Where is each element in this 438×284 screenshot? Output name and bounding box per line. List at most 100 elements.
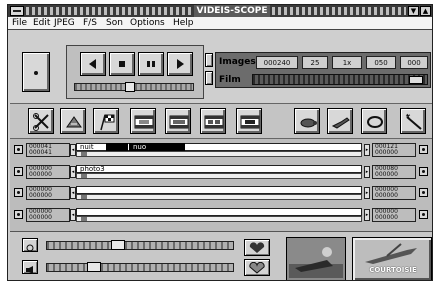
glue-tool-button[interactable] [60,108,86,134]
stop-icon [119,61,125,67]
menu-edit[interactable]: Edit [33,17,50,30]
track-3-scrollbar[interactable] [76,194,362,200]
info-toggle-button[interactable] [205,53,213,67]
courtoisie-logo: COURTOISIE [352,237,432,280]
track-3-right-arrow[interactable]: ▸ [364,187,370,199]
scissors-icon [33,113,49,131]
track-2-name[interactable]: photo3 [76,165,362,173]
play-icon [177,59,184,69]
glue-icon [66,116,82,128]
checker-flag-icon [100,114,115,131]
track-1-select-icon[interactable] [14,145,23,154]
info-panel: Images 000240 25 1x 050 000 Film [215,52,431,88]
position-slider[interactable] [74,82,194,92]
boat-scene-image [287,238,345,280]
film-toggle-button[interactable] [205,71,213,85]
film-clip-1-button[interactable] [130,108,156,134]
track-3-end-icon[interactable] [419,188,428,197]
track-2-end-code: 000080 000000 [372,165,416,179]
images-label: Images [219,57,256,67]
track-3: 000000 000000 ◂ ▸ 000000 000000 [14,186,428,200]
value-a: 050 [366,56,396,69]
menu-help[interactable]: Help [173,17,194,30]
menu-options[interactable]: Options [130,17,165,30]
speed-mode: 1x [332,56,362,69]
track-4-select-icon[interactable] [14,210,23,219]
track-3-end-code: 000000 000000 [372,186,416,200]
system-menu-icon[interactable] [10,6,24,16]
title-bar: VIDEIS-SCOPE ▼ ▲ [8,5,432,17]
track-1-right-arrow[interactable]: ▸ [364,144,370,156]
value-b: 000 [400,56,428,69]
track-2-right-arrow[interactable]: ▸ [364,166,370,178]
film-clip-4-button[interactable] [236,108,262,134]
turtle-icon [300,118,317,128]
fps-value: 25 [302,56,328,69]
maximize-icon[interactable]: ▲ [420,6,431,16]
title-stripes-right [272,7,406,15]
volume-slider-2-thumb[interactable] [87,262,101,272]
track-1-end-code: 000121 000000 [372,143,416,157]
preview-image [286,237,346,280]
track-4-right-arrow[interactable]: ▸ [364,209,370,221]
play-button[interactable] [167,52,193,76]
slow-speed-button[interactable] [294,108,320,134]
film-clip-3-icon [204,115,224,129]
film-clip-3-button[interactable] [200,108,226,134]
microphone-icon [26,244,34,252]
pause-icon [147,61,155,67]
record-button[interactable] [244,239,270,256]
film-clip-2-button[interactable] [165,108,191,134]
window-title: VIDEIS-SCOPE [194,5,270,17]
film-strip-thumb[interactable] [409,76,423,84]
volume-slider-1-thumb[interactable] [111,240,125,250]
minimize-icon[interactable]: ▼ [408,6,419,16]
stop-button[interactable] [109,52,135,76]
volume-slider-1[interactable] [46,240,234,250]
rewind-button[interactable] [80,52,106,76]
film-clip-2-icon [169,115,189,129]
magic-wand-icon [405,113,422,130]
menu-file[interactable]: File [12,17,27,30]
plane-icon [365,243,417,264]
fast-speed-button[interactable] [327,108,353,134]
track-4-end-code: 000000 000000 [372,208,416,222]
heart-icon [249,242,265,253]
menu-fs[interactable]: F/S [83,17,97,30]
menu-son[interactable]: Son [106,17,123,30]
flag-tool-button[interactable] [93,108,119,134]
track-4-name[interactable] [76,208,362,216]
track-1-scrollbar[interactable] [76,151,362,157]
film-clip-4-icon [240,115,260,129]
microphone-button[interactable] [22,238,38,252]
track-3-name[interactable] [76,186,362,194]
film-clip-1-icon [134,115,154,129]
courtoisie-text: COURTOISIE [369,266,417,274]
speaker-button[interactable] [22,260,38,274]
app-window: VIDEIS-SCOPE ▼ ▲ File Edit JPEG F/S Son … [7,4,433,281]
rewind-icon [89,59,96,69]
track-2-select-icon[interactable] [14,167,23,176]
film-strip-slider[interactable] [252,74,428,85]
menu-bar: File Edit JPEG F/S Son Options Help [8,17,432,30]
menu-jpeg[interactable]: JPEG [54,17,75,30]
effect-tool-button[interactable] [400,108,426,134]
track-2-start-code: 000000 000000 [26,165,70,179]
track-3-select-icon[interactable] [14,188,23,197]
loop-button[interactable] [361,108,387,134]
track-4-end-icon[interactable] [419,210,428,219]
scissors-tool-button[interactable] [28,108,54,134]
track-2-scrollbar[interactable] [76,173,362,179]
pause-button[interactable] [138,52,164,76]
track-4-start-code: 000000 000000 [26,208,70,222]
track-1-marker [106,143,128,151]
track-2-end-icon[interactable] [419,167,428,176]
loop-icon [367,116,383,128]
playback-button[interactable] [244,259,270,276]
track-4-scrollbar[interactable] [76,216,362,222]
eject-button[interactable] [22,52,50,92]
track-1-end-icon[interactable] [419,145,428,154]
track-4: 000000 000000 ◂ ▸ 000000 000000 [14,208,428,222]
volume-slider-2[interactable] [46,262,234,272]
position-slider-thumb[interactable] [125,82,135,92]
